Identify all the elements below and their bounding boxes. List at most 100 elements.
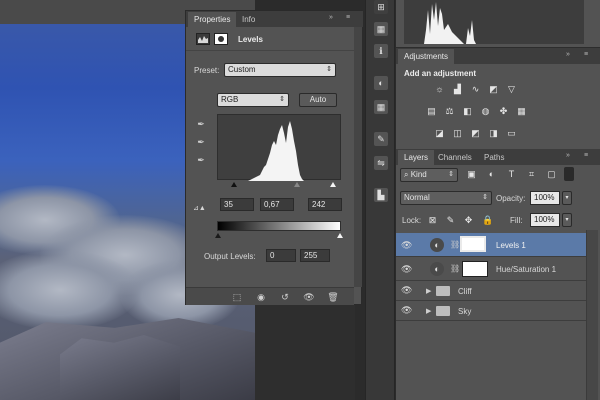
- tool-presets-icon[interactable]: ✎: [374, 132, 388, 146]
- layer-mask-thumb[interactable]: [462, 261, 488, 277]
- trash-icon[interactable]: 🗑: [326, 291, 340, 303]
- opacity-dropdown-icon[interactable]: ▾: [562, 191, 572, 205]
- panel-menu-icon[interactable]: ≡: [584, 51, 588, 61]
- layer-row-hue-saturation-1[interactable]: 👁 ◐ ⛓ Hue/Saturation 1: [396, 257, 586, 281]
- filter-toggle-switch[interactable]: [564, 167, 574, 181]
- view-previous-state-icon[interactable]: ◉: [254, 291, 268, 303]
- tab-paths[interactable]: Paths: [478, 150, 510, 165]
- layers-tab-bar: Layers Channels Paths » ≡: [396, 149, 600, 165]
- levels-histogram: [217, 114, 342, 181]
- brightness-contrast-icon[interactable]: ☼: [434, 84, 445, 95]
- layer-filter-select[interactable]: ⌕ Kind ⇕: [400, 168, 458, 182]
- output-black-field[interactable]: 0: [266, 249, 296, 262]
- visibility-icon[interactable]: 👁: [302, 291, 316, 303]
- folder-icon: [436, 286, 450, 296]
- expand-caret-icon[interactable]: ▶: [426, 287, 431, 295]
- histogram-panel: [396, 0, 600, 48]
- input-white-slider[interactable]: [330, 182, 336, 187]
- eye-icon[interactable]: 👁: [401, 241, 412, 250]
- black-point-eyedropper-icon[interactable]: ✒: [196, 119, 206, 129]
- blend-mode-select[interactable]: Normal ⇕: [400, 191, 492, 205]
- search-icon: ⌕: [404, 170, 411, 179]
- preset-value: Custom: [228, 65, 256, 74]
- channel-select[interactable]: RGB ⇕: [217, 93, 289, 107]
- channel-mixer-icon[interactable]: ✤: [498, 106, 509, 117]
- link-icon[interactable]: ⛓: [450, 264, 460, 273]
- layer-row-levels-1[interactable]: 👁 ◐ ⛓ Levels 1: [396, 233, 586, 257]
- vibrance-icon[interactable]: ▽: [506, 84, 517, 95]
- properties-scrollbar[interactable]: [354, 27, 362, 287]
- brush-settings-icon[interactable]: ▦: [374, 22, 388, 36]
- opacity-field[interactable]: 100%: [530, 191, 560, 205]
- link-icon[interactable]: ⛓: [450, 240, 460, 249]
- auto-button[interactable]: Auto: [299, 93, 337, 107]
- gradient-map-icon[interactable]: ▭: [506, 128, 517, 139]
- input-black-field[interactable]: 35: [220, 198, 254, 211]
- lock-image-pixels-icon[interactable]: ✎: [446, 215, 455, 225]
- fill-dropdown-icon[interactable]: ▾: [562, 213, 572, 227]
- levels-adjustment-thumb-icon: ◐: [430, 238, 444, 252]
- input-black-slider[interactable]: [231, 182, 237, 187]
- photo-filter-icon[interactable]: ◍: [480, 106, 491, 117]
- gray-point-eyedropper-icon[interactable]: ✒: [196, 137, 206, 147]
- input-gamma-field[interactable]: 0,67: [260, 198, 294, 211]
- white-point-eyedropper-icon[interactable]: ✒: [196, 155, 206, 165]
- eye-icon[interactable]: 👁: [401, 306, 412, 315]
- layers-scrollbar[interactable]: [586, 230, 598, 400]
- fill-field[interactable]: 100%: [530, 213, 560, 227]
- layer-mask-icon[interactable]: [214, 33, 228, 45]
- filter-pixel-icon[interactable]: ▣: [466, 169, 477, 180]
- layer-row-sky[interactable]: 👁 ▶ Sky: [396, 301, 586, 321]
- output-black-slider[interactable]: [215, 233, 221, 238]
- filter-type-icon[interactable]: T: [506, 169, 517, 180]
- hue-saturation-icon[interactable]: ▤: [426, 106, 437, 117]
- eye-icon[interactable]: 👁: [401, 265, 412, 274]
- layer-row-cliff[interactable]: 👁 ▶ Cliff: [396, 281, 586, 301]
- adjust-sliders-icon[interactable]: ⇋: [374, 156, 388, 170]
- lock-position-icon[interactable]: ✥: [464, 215, 473, 225]
- input-white-field[interactable]: 242: [308, 198, 342, 211]
- stamp-icon[interactable]: ▙: [374, 188, 388, 202]
- eye-icon[interactable]: 👁: [401, 286, 412, 295]
- history-icon[interactable]: ⊞: [374, 0, 388, 14]
- invert-icon[interactable]: ◪: [434, 128, 445, 139]
- levels-adjustment-icon: [196, 33, 210, 45]
- input-gamma-slider[interactable]: [294, 182, 300, 187]
- exposure-icon[interactable]: ◩: [488, 84, 499, 95]
- collapse-icon[interactable]: »: [566, 152, 570, 162]
- filter-shape-icon[interactable]: ⌗: [526, 169, 537, 180]
- lock-transparency-icon[interactable]: ⊠: [428, 215, 437, 225]
- tab-layers[interactable]: Layers: [398, 150, 435, 165]
- threshold-icon[interactable]: ◩: [470, 128, 481, 139]
- panel-menu-icon[interactable]: ≡: [346, 14, 350, 24]
- output-white-field[interactable]: 255: [300, 249, 330, 262]
- filter-smart-object-icon[interactable]: ▢: [546, 169, 557, 180]
- reset-icon[interactable]: ↺: [278, 291, 292, 303]
- clipping-warning-icon[interactable]: ⊿▲: [193, 204, 206, 212]
- lock-all-icon[interactable]: 🔒: [482, 215, 493, 225]
- output-white-slider[interactable]: [337, 233, 343, 238]
- tab-adjustments[interactable]: Adjustments: [398, 49, 455, 64]
- posterize-icon[interactable]: ◫: [452, 128, 463, 139]
- panel-menu-icon[interactable]: ≡: [584, 152, 588, 162]
- tab-properties[interactable]: Properties: [188, 12, 237, 27]
- black-white-icon[interactable]: ◧: [462, 106, 473, 117]
- clip-to-layer-icon[interactable]: ⬚: [230, 291, 244, 303]
- preset-select[interactable]: Custom ⇕: [224, 63, 336, 77]
- selective-color-icon[interactable]: ◨: [488, 128, 499, 139]
- tab-info[interactable]: Info: [236, 12, 261, 27]
- tab-channels[interactable]: Channels: [432, 150, 478, 165]
- curves-icon[interactable]: ∿: [470, 84, 481, 95]
- layer-mask-thumb[interactable]: [460, 236, 486, 252]
- color-lookup-icon[interactable]: ▦: [516, 106, 527, 117]
- layer-name: Sky: [458, 307, 472, 316]
- swatches-icon[interactable]: ◐: [374, 76, 388, 90]
- collapse-icon[interactable]: »: [329, 14, 333, 24]
- filter-adjustment-icon[interactable]: ◐: [486, 169, 497, 180]
- color-balance-icon[interactable]: ⚖: [444, 106, 455, 117]
- expand-caret-icon[interactable]: ▶: [426, 307, 431, 315]
- grid-icon[interactable]: ▦: [374, 100, 388, 114]
- info-icon[interactable]: ℹ: [374, 44, 388, 58]
- levels-icon[interactable]: ▟: [452, 84, 463, 95]
- collapse-icon[interactable]: »: [566, 51, 570, 61]
